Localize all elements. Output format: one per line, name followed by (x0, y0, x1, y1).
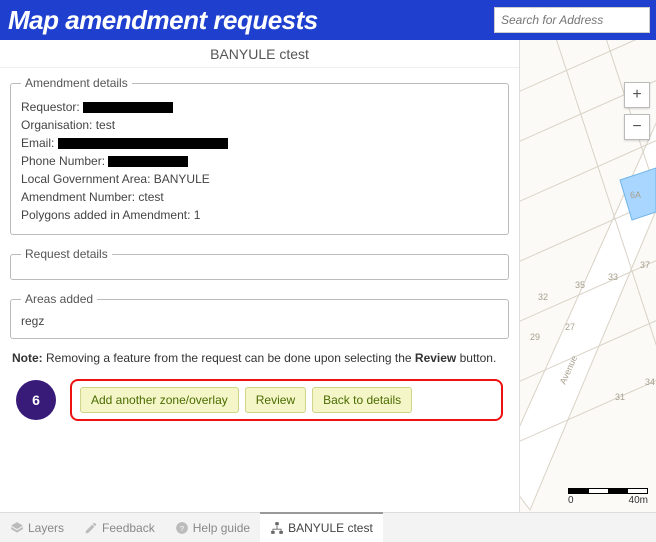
tab-layers-label: Layers (28, 521, 64, 535)
request-details-group: Request details (10, 247, 509, 280)
plus-icon: + (632, 86, 641, 104)
tab-feedback[interactable]: Feedback (74, 513, 165, 542)
zoom-out-button[interactable]: − (624, 114, 650, 140)
phone-value-redacted (108, 156, 188, 167)
parcel-label: 37 (640, 260, 650, 270)
email-label: Email: (21, 136, 54, 150)
parcel-label: 27 (565, 322, 575, 332)
requestor-label: Requestor: (21, 100, 80, 114)
tab-help[interactable]: ? Help guide (165, 513, 260, 542)
areas-added-legend: Areas added (21, 292, 97, 306)
parcel-label: 29 (530, 332, 540, 342)
request-details-legend: Request details (21, 247, 112, 261)
note-part-a: Removing a feature from the request can … (43, 351, 415, 365)
polygons-label: Polygons added in Amendment: (21, 208, 190, 222)
svg-text:?: ? (180, 523, 184, 532)
add-zone-button[interactable]: Add another zone/overlay (80, 387, 239, 413)
lga-value: BANYULE (154, 172, 210, 186)
scale-to: 40m (629, 495, 648, 506)
tab-active-label: BANYULE ctest (288, 521, 373, 535)
action-callout: Add another zone/overlay Review Back to … (70, 379, 503, 421)
parcel-label: 33 (608, 272, 618, 282)
areas-added-group: Areas added regz (10, 292, 509, 339)
help-icon: ? (175, 521, 189, 535)
note-prefix: Note: (12, 351, 43, 365)
amendno-value: ctest (138, 190, 163, 204)
email-value-redacted (58, 138, 228, 149)
organisation-label: Organisation: (21, 118, 92, 132)
app-title: Map amendment requests (8, 5, 494, 36)
amendment-panel: BANYULE ctest ‹ Amendment details Reques… (0, 40, 520, 512)
parcel-label: 31 (615, 392, 625, 402)
scale-bar: 0 40m (568, 488, 648, 506)
amendment-details-legend: Amendment details (21, 76, 132, 90)
pencil-icon (84, 521, 98, 535)
requestor-value-redacted (83, 102, 173, 113)
polygons-value: 1 (194, 208, 201, 222)
address-search-input[interactable] (494, 7, 650, 33)
parcel-label: 34 (645, 377, 655, 387)
tab-feedback-label: Feedback (102, 521, 155, 535)
amendment-details-group: Amendment details Requestor: Organisatio… (10, 76, 509, 235)
organisation-value: test (96, 118, 115, 132)
sitemap-icon (270, 521, 284, 535)
tab-active-amendment[interactable]: BANYULE ctest (260, 512, 383, 542)
removal-note: Note: Removing a feature from the reques… (12, 351, 507, 365)
note-part-b: button. (456, 351, 496, 365)
parcel-label: 35 (575, 280, 585, 290)
parcel-label: 6A (630, 190, 641, 200)
parcel-label: 32 (538, 292, 548, 302)
amendno-label: Amendment Number: (21, 190, 135, 204)
panel-title: BANYULE ctest (210, 46, 309, 62)
tab-layers[interactable]: Layers (0, 513, 74, 542)
areas-added-text: regz (21, 314, 498, 328)
map-canvas[interactable]: 6A 32 35 33 37 29 27 31 34 Avenue + − (520, 40, 656, 512)
note-review-word: Review (415, 351, 456, 365)
step-number: 6 (32, 392, 40, 408)
review-button[interactable]: Review (245, 387, 306, 413)
scale-from: 0 (568, 495, 574, 506)
footer-tabs: Layers Feedback ? Help guide BANYULE cte… (0, 512, 656, 542)
zoom-in-button[interactable]: + (624, 82, 650, 108)
top-bar: Map amendment requests (0, 0, 656, 40)
phone-label: Phone Number: (21, 154, 105, 168)
step-badge: 6 (16, 380, 56, 420)
lga-label: Local Government Area: (21, 172, 150, 186)
minus-icon: − (632, 118, 641, 136)
back-to-details-button[interactable]: Back to details (312, 387, 412, 413)
layers-icon (10, 521, 24, 535)
tab-help-label: Help guide (193, 521, 250, 535)
